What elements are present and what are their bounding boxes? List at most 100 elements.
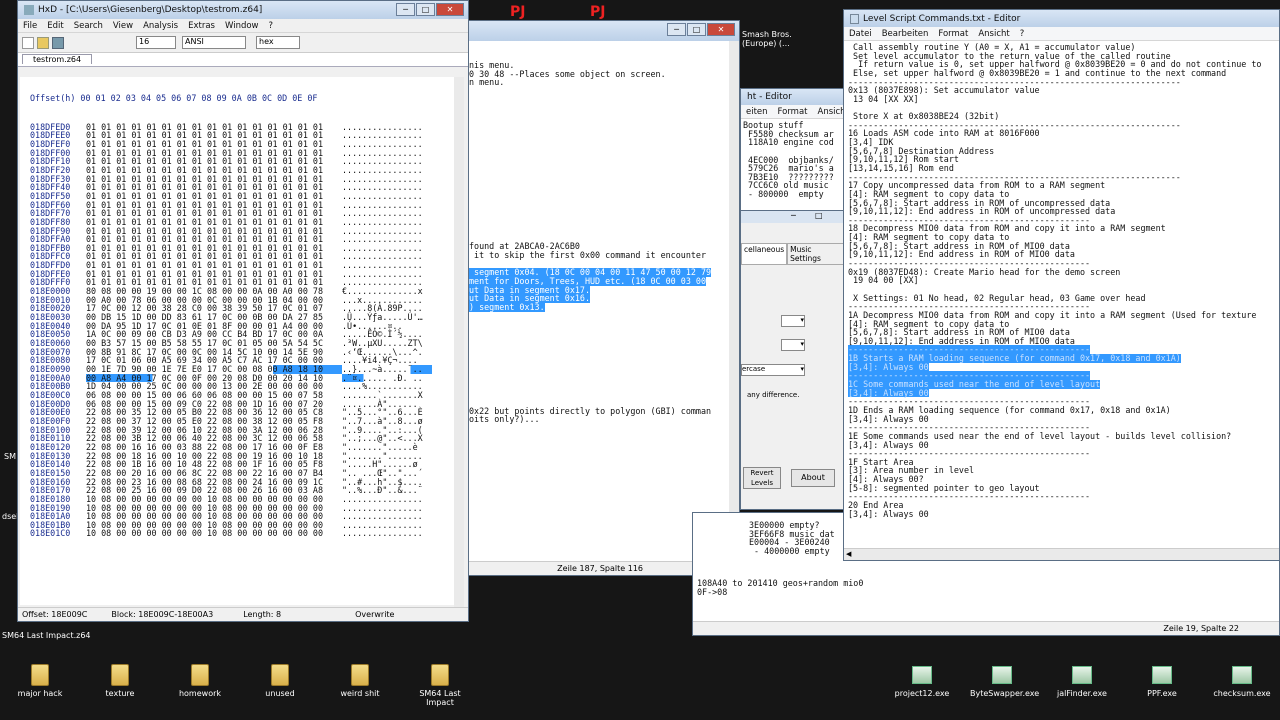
folder-icon [431, 664, 449, 686]
hxd-window[interactable]: HxD - [C:\Users\Giesenberg\Desktop\testr… [17, 0, 469, 622]
desktop-folder[interactable]: major hack [10, 664, 70, 698]
text-line: 19 04 00 [XX] [848, 275, 919, 286]
script-editor-text[interactable]: Call assembly routine Y (A0 = X, A1 = ac… [848, 43, 1279, 539]
menu-item[interactable]: Bearbeiten [877, 29, 934, 39]
desktop-folder[interactable]: homework [170, 664, 230, 698]
desktop-exe[interactable]: ByteSwapper.exe [970, 664, 1040, 698]
desktop-exe[interactable]: PPF.exe [1130, 664, 1194, 698]
about-button[interactable]: About [791, 469, 835, 487]
toolbar: 16 ANSI hex [18, 33, 468, 53]
menu-item[interactable]: Search [69, 21, 108, 31]
notepad-icon [850, 13, 859, 24]
application-icon [1232, 666, 1252, 684]
tab-testrom[interactable]: testrom.z64 [22, 54, 93, 64]
hex-view[interactable]: Offset(h) 00 01 02 03 04 05 06 07 08 09 … [20, 77, 456, 605]
chevron-left-icon[interactable]: ◀ [844, 550, 851, 558]
status-position: Zeile 19, Spalte 22 [1163, 624, 1239, 633]
application-icon [1072, 666, 1092, 684]
minimize-icon[interactable]: ─ [667, 23, 686, 36]
text-line [469, 165, 731, 174]
desktop-left-label: dsel [2, 512, 19, 521]
maximize-icon[interactable]: □ [416, 3, 435, 16]
menu-item[interactable]: Edit [42, 21, 68, 31]
status-offset: Offset: 18E009C [22, 610, 88, 619]
desktop-folder[interactable]: SM64 Last Impact [410, 664, 470, 707]
text-line [469, 96, 731, 105]
hex-ascii[interactable]: ................ [342, 529, 432, 538]
hex-bytes[interactable]: 10 08 00 00 00 00 00 00 10 08 00 00 00 0… [86, 529, 342, 538]
menu-item[interactable]: eiten [741, 107, 773, 117]
scrollbar-horizontal[interactable]: ◀ [844, 548, 1279, 560]
table-row[interactable]: 018E01C0 10 08 00 00 00 00 00 00 10 08 00… [30, 529, 456, 538]
menu-item[interactable]: View [108, 21, 138, 31]
desktop-icon-label: project12.exe [894, 689, 950, 698]
menu-item[interactable]: Extras [183, 21, 220, 31]
maximize-icon[interactable]: □ [815, 211, 823, 220]
close-icon[interactable]: ✕ [707, 23, 735, 36]
text-line [469, 104, 731, 113]
revert-levels-button[interactable]: Revert Levels [743, 467, 781, 489]
scrollbar-vertical[interactable] [454, 77, 464, 607]
tab-miscellaneous[interactable]: cellaneous [741, 243, 788, 265]
tab-music-settings[interactable]: Music Settings [787, 243, 845, 265]
desktop-folder[interactable]: unused [250, 664, 310, 698]
open-folder-icon[interactable] [37, 36, 49, 49]
desktop-smash-label[interactable]: Smash Bros. (Europe) (... [742, 30, 798, 48]
notepad-mid-text[interactable]: nis menu. 0 30 48 --Places some object on… [469, 61, 731, 561]
text-line: 118A10 engine cod [743, 137, 834, 148]
folder-icon [351, 664, 369, 686]
desktop-exe[interactable]: jalFinder.exe [1050, 664, 1114, 698]
columns-input[interactable]: 16 [136, 36, 176, 49]
desktop-folder[interactable]: texture [90, 664, 150, 698]
editor-small-text[interactable]: Bootup stuff F5580 checksum ar 118A10 en… [743, 121, 845, 211]
hex-offset: 018E01C0 [30, 528, 71, 539]
charset-select[interactable]: ANSI [182, 36, 246, 49]
desktop-loose-label[interactable]: SM64 Last Impact.z64 [2, 631, 91, 640]
menu-item[interactable]: Datei [844, 29, 877, 39]
menu-item[interactable]: Format [933, 29, 973, 39]
menu-item[interactable]: Window [220, 21, 264, 31]
editor-small-window[interactable]: ht - Editor eiten Format Ansicht Bootup st… [740, 88, 846, 212]
desktop-icon-label: ByteSwapper.exe [970, 689, 1040, 698]
status-length: Length: 8 [243, 610, 282, 619]
close-icon[interactable]: ✕ [436, 3, 464, 16]
bottom-editor-text[interactable]: 108A40 to 201410 geos+random mio0 0F->08 [697, 579, 897, 619]
script-editor-window[interactable]: Level Script Commands.txt - Editor Datei… [843, 9, 1280, 561]
minimize-icon[interactable]: ─ [396, 3, 415, 16]
folder-icon [191, 664, 209, 686]
menu-item[interactable]: Format [773, 107, 813, 117]
desktop-exe[interactable]: checksum.exe [1210, 664, 1274, 698]
text-line: it to skip the first 0x00 command it enc… [469, 250, 706, 261]
tool-window[interactable]: ─ □ cellaneous Music Settings ▾ ▾ ercase ▾ … [740, 210, 846, 510]
case-dropdown[interactable]: ercase ▾ [741, 364, 805, 376]
status-position: Zeile 187, Spalte 116 [557, 564, 643, 573]
desktop-icon-label: major hack [17, 689, 63, 698]
menu-item[interactable]: Ansicht [813, 107, 845, 117]
menu-item[interactable]: File [18, 21, 42, 31]
window-title: Level Script Commands.txt - Editor [863, 13, 1021, 24]
text-line: 13 04 [XX XX] [848, 93, 919, 104]
menu-item[interactable]: ? [264, 21, 279, 31]
dropdown[interactable]: ▾ [781, 315, 805, 327]
base-select[interactable]: hex [256, 36, 300, 49]
menu-item[interactable]: Analysis [138, 21, 183, 31]
menu-item[interactable]: Ansicht [973, 29, 1014, 39]
dropdown[interactable]: ▾ [781, 339, 805, 351]
text-line [469, 147, 731, 156]
menu-item[interactable]: ? [1015, 29, 1030, 39]
text-line [469, 113, 731, 122]
scrollbar-vertical[interactable] [729, 41, 739, 563]
minimize-icon[interactable]: ─ [791, 211, 796, 220]
maximize-icon[interactable]: □ [687, 23, 706, 36]
folder-icon [271, 664, 289, 686]
save-icon[interactable] [52, 36, 64, 49]
notepad-mid-window[interactable]: ─ □ ✕ nis menu. 0 30 48 --Places some objec… [468, 20, 740, 576]
desktop-exe[interactable]: project12.exe [890, 664, 954, 698]
new-file-icon[interactable] [22, 36, 34, 49]
text-line [469, 191, 731, 200]
text-line: 0F->08 [697, 586, 728, 597]
desktop-folder[interactable]: weird shit [330, 664, 390, 698]
text-line [469, 121, 731, 130]
selected-line: ) segment 0x13. [469, 302, 545, 312]
text-line [469, 182, 731, 191]
